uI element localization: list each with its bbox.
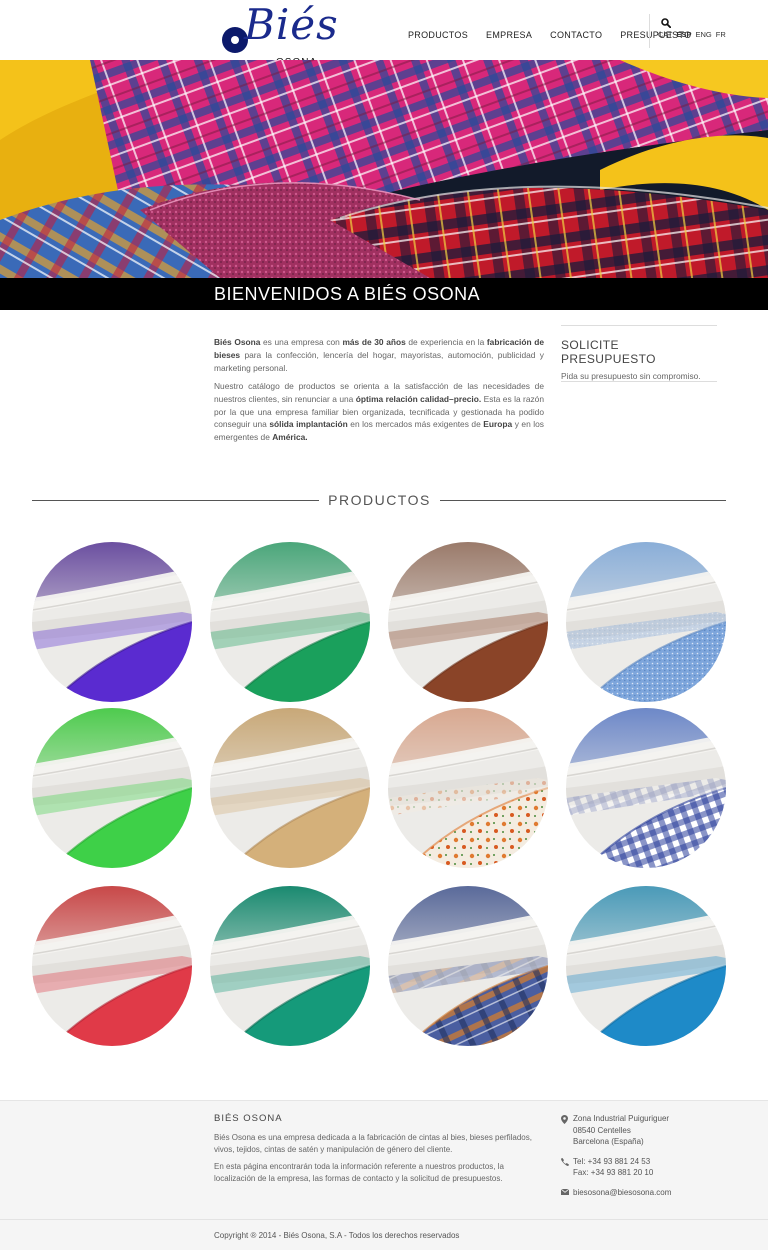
- intro-highlight: Biés Osona: [214, 337, 261, 347]
- intro-highlight: óptima relación calidad–precio.: [355, 393, 482, 404]
- site-header: Biés OSONA PRODUCTOS EMPRESA CONTACTO PR…: [0, 0, 768, 68]
- hero-fabric-image: [0, 60, 768, 278]
- footer-email: biesosona@biesosona.com: [561, 1187, 721, 1199]
- nav-contacto[interactable]: CONTACTO: [550, 30, 602, 40]
- intro-highlight: más de 30 años: [342, 337, 406, 347]
- lang-cat[interactable]: CAT: [658, 30, 672, 39]
- product-turquoise[interactable]: [566, 886, 726, 1046]
- product-floral[interactable]: [388, 708, 548, 868]
- phone-icon: [561, 1157, 569, 1166]
- intro-paragraph-1: Biés Osona es una empresa con más de 30 …: [214, 336, 544, 375]
- footer-brand: BIÉS OSONA: [214, 1113, 283, 1124]
- product-gold-image: [210, 708, 370, 868]
- divider-line-left: [32, 500, 319, 501]
- lang-fr[interactable]: FR: [716, 30, 726, 39]
- footer-description: Biés Osona es una empresa dedicada a la …: [214, 1132, 534, 1190]
- product-teal[interactable]: [210, 886, 370, 1046]
- intro-highlight: Europa: [483, 419, 513, 430]
- intro-highlight: sólida implantación: [269, 419, 348, 430]
- product-brown-image: [388, 542, 548, 702]
- intro-text-run: en los mercados más exigentes de: [347, 419, 484, 430]
- search-icon[interactable]: [661, 15, 672, 29]
- product-teal-image: [210, 886, 370, 1046]
- product-purple-satin-image: [32, 542, 192, 702]
- phone-number[interactable]: Tel: +34 93 881 24 53: [573, 1156, 721, 1168]
- lang-esp[interactable]: ESP: [676, 30, 691, 39]
- nav-divider: [649, 14, 650, 48]
- product-lime-green-image: [32, 708, 192, 868]
- footer-phone: Tel: +34 93 881 24 53 Fax: +34 93 881 20…: [561, 1156, 721, 1179]
- product-red-image: [32, 886, 192, 1046]
- product-floral-image: [388, 708, 548, 868]
- quote-request-title[interactable]: SOLICITE PRESUPUESTO: [561, 338, 717, 366]
- footer-desc-2: En esta página encontrarán toda la infor…: [214, 1162, 504, 1183]
- logo-text: Biés: [244, 0, 339, 49]
- lang-eng[interactable]: ENG: [695, 30, 711, 39]
- intro-text-run: de experiencia en la: [405, 337, 487, 347]
- products-title: PRODUCTOS: [328, 492, 431, 508]
- product-light-blue[interactable]: [566, 542, 726, 702]
- address-line-2: 08540 Centelles: [573, 1125, 631, 1135]
- product-blue-gingham-image: [566, 708, 726, 868]
- quote-request-box[interactable]: SOLICITE PRESUPUESTO Pida su presupuesto…: [561, 325, 717, 382]
- product-gold[interactable]: [210, 708, 370, 868]
- product-purple-satin[interactable]: [32, 542, 192, 702]
- address-line-3: Barcelona (España): [573, 1137, 644, 1146]
- nav-productos[interactable]: PRODUCTOS: [408, 30, 468, 40]
- divider-line-right: [440, 500, 726, 501]
- welcome-title: BIENVENIDOS A BIÉS OSONA: [214, 284, 481, 304]
- footer-address: Zona Industrial Puiguriguer 08540 Centel…: [561, 1113, 721, 1148]
- welcome-title-bar: BIENVENIDOS A BIÉS OSONA: [0, 278, 768, 310]
- intro-text-run: es una empresa con: [260, 337, 343, 347]
- intro-highlight: América.: [272, 432, 308, 443]
- intro-paragraph-2: Nuestro catálogo de productos se orienta…: [214, 380, 544, 445]
- product-green[interactable]: [210, 542, 370, 702]
- copyright-bar: Copyright ® 2014 - Biés Osona, S.A - Tod…: [0, 1219, 768, 1250]
- language-switcher: CAT ESP ENG FR: [658, 30, 726, 39]
- product-red[interactable]: [32, 886, 192, 1046]
- product-tartan[interactable]: [388, 886, 548, 1046]
- product-tartan-image: [388, 886, 548, 1046]
- hero-banner: [0, 60, 768, 278]
- fax-number: Fax: +34 93 881 20 10: [573, 1168, 654, 1177]
- products-heading: PRODUCTOS: [32, 492, 726, 508]
- product-lime-green[interactable]: [32, 708, 192, 868]
- nav-empresa[interactable]: EMPRESA: [486, 30, 532, 40]
- quote-request-text: Pida su presupuesto sin compromiso.: [561, 371, 701, 381]
- address-line-1: Zona Industrial Puiguriguer: [573, 1114, 670, 1123]
- product-green-image: [210, 542, 370, 702]
- copyright-text: Copyright ® 2014 - Biés Osona, S.A - Tod…: [214, 1231, 460, 1240]
- envelope-icon: [561, 1188, 569, 1195]
- footer-desc-1: Biés Osona es una empresa dedicada a la …: [214, 1133, 532, 1154]
- product-brown[interactable]: [388, 542, 548, 702]
- email-link[interactable]: biesosona@biesosona.com: [573, 1187, 721, 1199]
- product-light-blue-image: [566, 542, 726, 702]
- intro-text: Biés Osona es una empresa con más de 30 …: [214, 336, 544, 449]
- intro-text-run: para la confección, lencería del hogar, …: [214, 349, 544, 373]
- product-blue-gingham[interactable]: [566, 708, 726, 868]
- footer-contact: Zona Industrial Puiguriguer 08540 Centel…: [561, 1113, 721, 1206]
- map-pin-icon: [561, 1115, 568, 1124]
- product-turquoise-image: [566, 886, 726, 1046]
